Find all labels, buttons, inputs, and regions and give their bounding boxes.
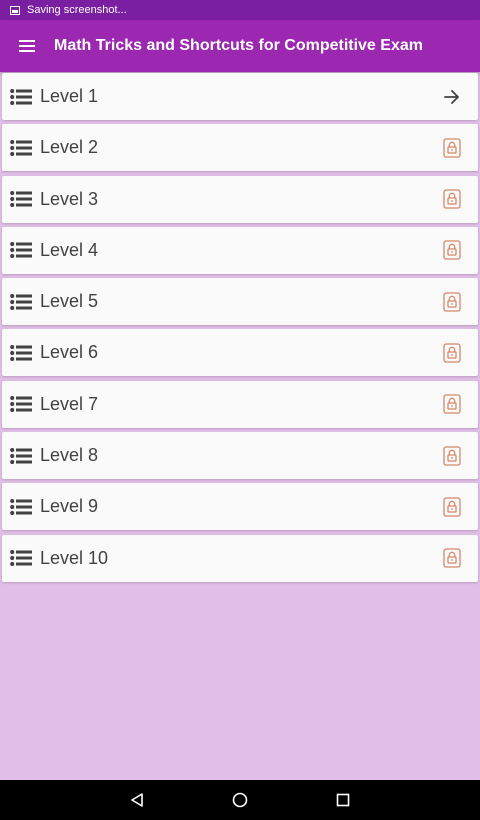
level-label: Level 1: [40, 86, 99, 106]
list-icon: [10, 498, 32, 515]
level-row[interactable]: Level 2: [2, 124, 478, 172]
back-button[interactable]: [86, 780, 189, 820]
lock-icon: [443, 548, 461, 568]
list-icon: [10, 139, 32, 156]
level-label: Level 6: [40, 342, 99, 363]
locked-indicator: [426, 535, 478, 582]
level-row[interactable]: Level 8: [2, 432, 478, 480]
menu-button[interactable]: [0, 20, 54, 72]
home-icon: [232, 792, 248, 808]
status-bar: Saving screenshot...: [0, 0, 480, 20]
level-row[interactable]: Level 4: [2, 226, 478, 274]
level-row[interactable]: Level 3: [2, 175, 478, 223]
level-label: Level 8: [40, 445, 99, 466]
locked-indicator: [426, 278, 478, 325]
level-label: Level 4: [40, 239, 99, 260]
list-icon-wrapper: [2, 432, 40, 479]
list-icon-wrapper: [2, 73, 40, 120]
status-notification-text: Saving screenshot...: [27, 4, 127, 16]
list-icon: [10, 550, 32, 567]
arrow-right-icon: [444, 89, 459, 104]
list-icon-wrapper: [2, 176, 40, 223]
level-label: Level 5: [40, 291, 99, 312]
locked-indicator: [426, 381, 478, 428]
level-label: Level 9: [40, 496, 99, 517]
level-label: Level 10: [40, 547, 109, 568]
list-icon: [10, 344, 32, 361]
lock-icon: [443, 292, 461, 312]
lock-icon: [443, 189, 461, 209]
list-icon: [10, 447, 32, 464]
level-row[interactable]: Level 5: [2, 278, 478, 326]
locked-indicator: [426, 124, 478, 171]
list-icon: [10, 242, 32, 259]
list-icon-wrapper: [2, 278, 40, 325]
hamburger-menu-icon: [19, 40, 35, 52]
lock-icon: [443, 445, 461, 466]
lock-icon: [443, 240, 461, 261]
level-label: Level 7: [40, 393, 99, 414]
locked-indicator: [426, 176, 478, 223]
lock-icon: [443, 394, 461, 414]
list-icon: [10, 191, 32, 208]
list-icon-wrapper: [2, 381, 40, 428]
locked-indicator: [426, 227, 478, 274]
home-button[interactable]: [189, 780, 292, 820]
lock-icon: [443, 138, 461, 158]
recents-button[interactable]: [292, 780, 395, 820]
level-row[interactable]: Level 6: [2, 329, 478, 377]
level-row[interactable]: Level 7: [2, 380, 478, 428]
level-row[interactable]: Level 10: [2, 534, 478, 582]
list-icon-wrapper: [2, 535, 40, 582]
recents-icon: [336, 793, 350, 807]
level-list: Level 1 Level 2 Level 3 Level 4 Level 5 Level…: [2, 73, 478, 586]
list-icon-wrapper: [2, 227, 40, 274]
level-label: Level 3: [40, 188, 99, 209]
locked-indicator: [426, 483, 478, 530]
list-icon-wrapper: [2, 124, 40, 171]
lock-icon: [443, 497, 461, 517]
list-icon: [10, 293, 32, 310]
system-nav-bar: [0, 780, 480, 820]
list-icon-wrapper: [2, 329, 40, 376]
app-bar: Math Tricks and Shortcuts for Competitiv…: [0, 20, 480, 72]
app-title: Math Tricks and Shortcuts for Competitiv…: [54, 37, 423, 54]
open-level-button[interactable]: [426, 73, 478, 120]
list-icon: [10, 88, 32, 105]
locked-indicator: [426, 329, 478, 376]
level-label: Level 2: [40, 137, 99, 158]
locked-indicator: [426, 432, 478, 479]
lock-icon: [443, 343, 461, 363]
back-icon: [131, 793, 143, 807]
list-icon-wrapper: [2, 483, 40, 530]
list-icon: [10, 396, 32, 413]
screenshot-icon: [10, 5, 20, 15]
level-row[interactable]: Level 9: [2, 483, 478, 531]
level-row[interactable]: Level 1: [2, 73, 478, 120]
